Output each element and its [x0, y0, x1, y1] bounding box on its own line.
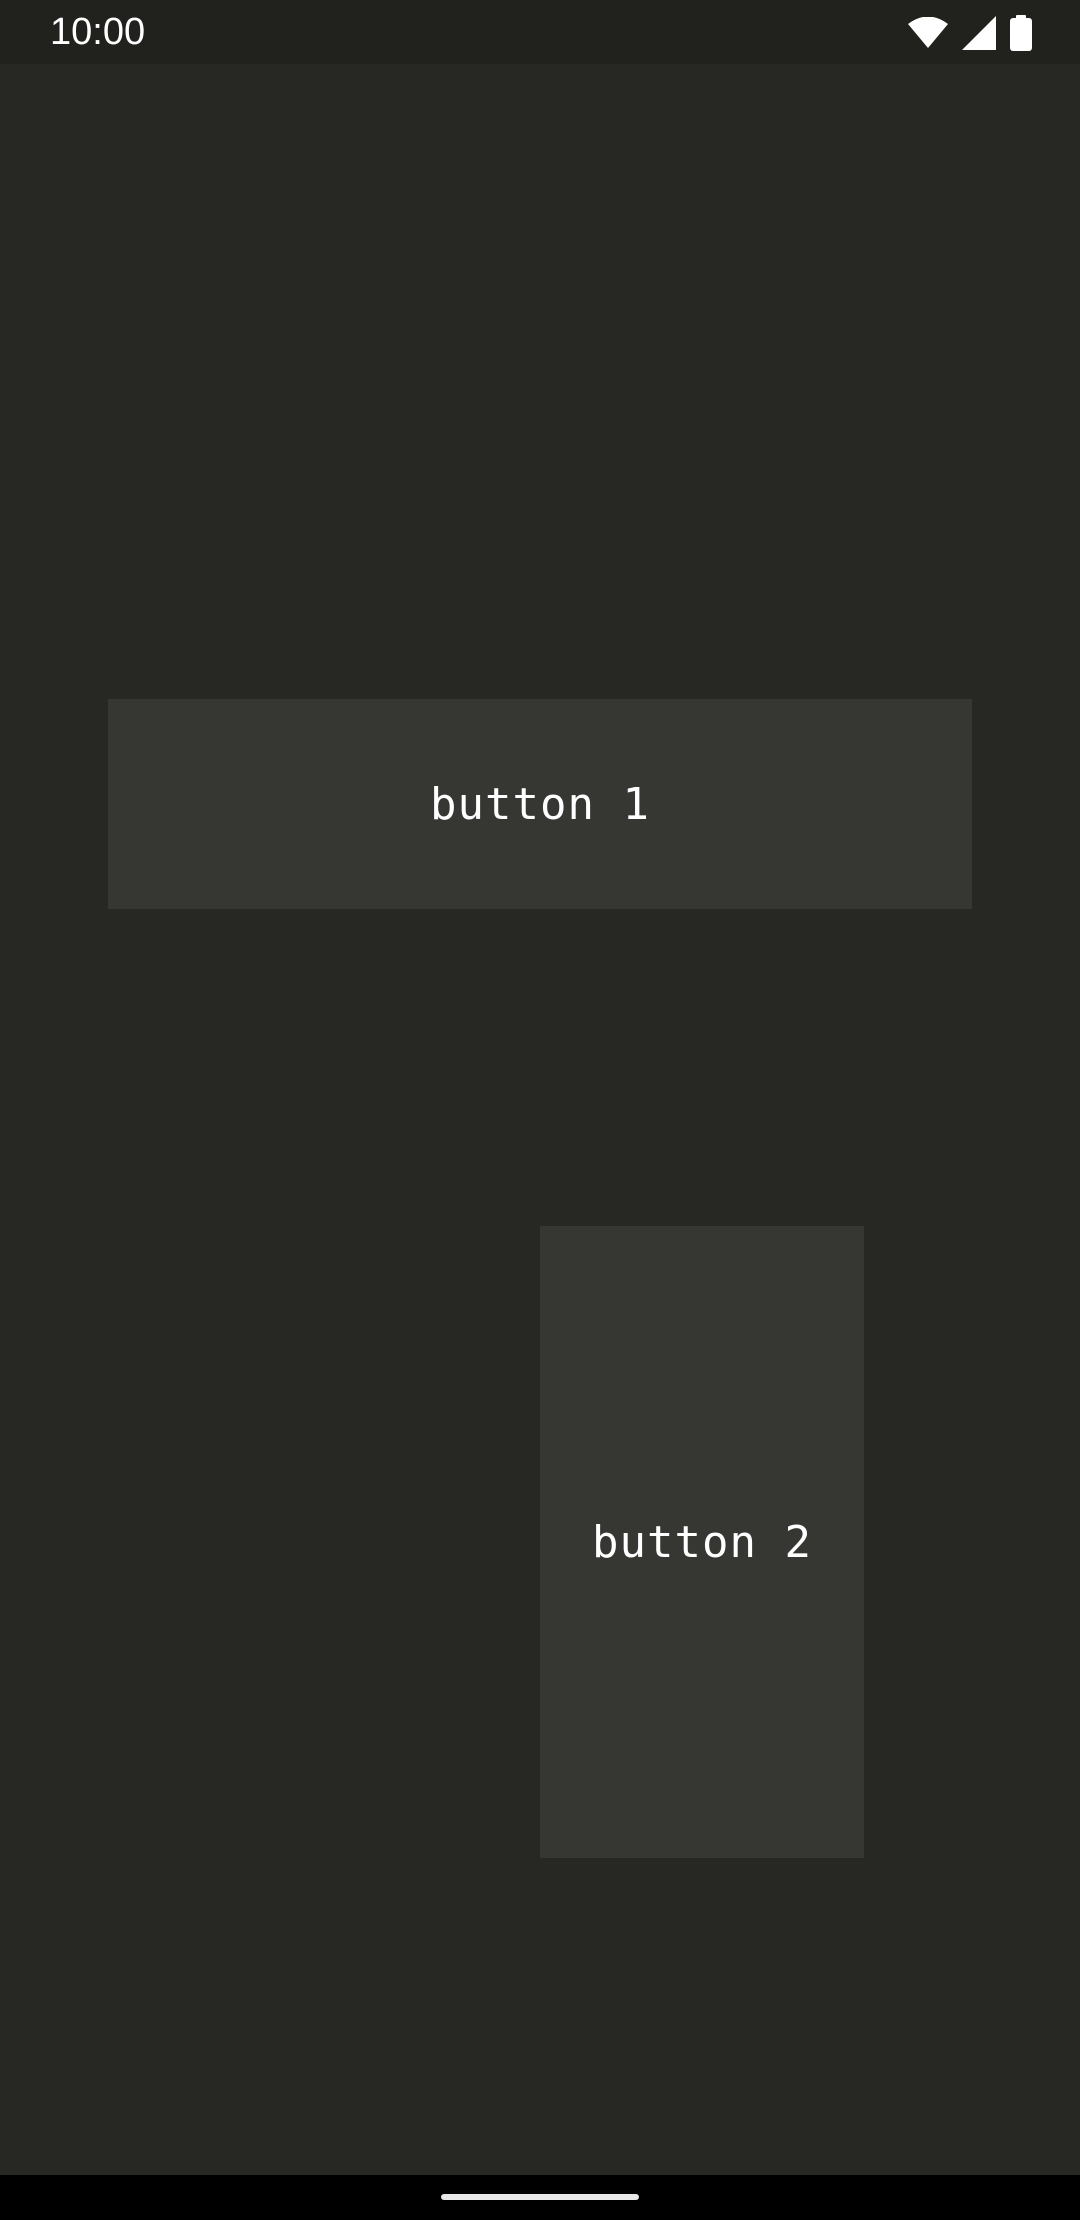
- button-1[interactable]: button 1: [108, 699, 972, 909]
- wifi-icon: [908, 17, 948, 49]
- button-2[interactable]: button 2: [540, 1226, 864, 1858]
- home-gesture-handle[interactable]: [441, 2194, 639, 2200]
- status-time: 10:00: [50, 11, 146, 53]
- main-content: button 1 button 2: [0, 64, 1080, 2175]
- navigation-bar: [0, 2175, 1080, 2220]
- signal-icon: [962, 16, 996, 50]
- status-icons: [908, 14, 1032, 52]
- app-screen: 10:00 button 1 button 2: [0, 0, 1080, 2220]
- battery-icon: [1010, 15, 1032, 51]
- status-bar: 10:00: [0, 0, 1080, 64]
